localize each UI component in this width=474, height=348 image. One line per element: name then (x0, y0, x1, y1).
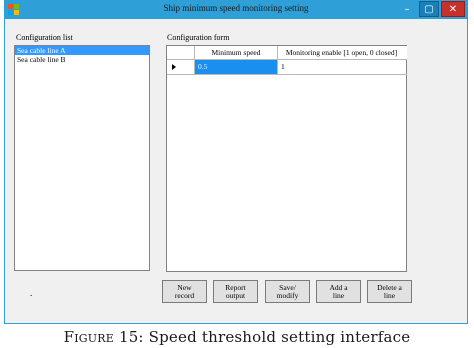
status-mark: . (30, 288, 33, 298)
current-row-arrow-icon (172, 64, 176, 70)
minimize-icon: – (404, 3, 410, 15)
config-list-label: Configuration list (16, 33, 73, 42)
config-listbox[interactable]: Sea cable line A Sea cable line B (14, 45, 150, 271)
cell-monitoring-enable[interactable]: 1 (278, 60, 405, 74)
row-header[interactable] (167, 60, 195, 74)
figure-caption: Figure 15: Speed threshold setting inter… (0, 328, 474, 346)
main-window: Ship minimum speed monitoring setting – … (4, 0, 468, 324)
add-line-button[interactable]: Add a line (316, 280, 361, 303)
report-output-button[interactable]: Report output (213, 280, 258, 303)
row-header-corner (167, 46, 195, 59)
list-item-sea-cable-b[interactable]: Sea cable line B (15, 55, 149, 64)
cell-minimum-speed[interactable]: 0.5 (195, 60, 278, 74)
figure-number: Figure 15: (63, 328, 144, 346)
close-button[interactable]: ✕ (441, 1, 465, 17)
config-form-label: Configuration form (167, 33, 230, 42)
config-data-grid[interactable]: Minimum speed Monitoring enable [1 open,… (166, 45, 407, 272)
maximize-button[interactable]: ▢ (419, 1, 439, 17)
table-row[interactable]: 0.5 1 (167, 60, 407, 75)
minimize-button[interactable]: – (397, 1, 417, 17)
maximize-icon: ▢ (424, 3, 434, 15)
figure-caption-text: Speed threshold setting interface (148, 328, 411, 346)
delete-line-button[interactable]: Delete a line (367, 280, 412, 303)
new-record-button[interactable]: New record (162, 280, 207, 303)
column-header-minimum-speed[interactable]: Minimum speed (195, 46, 278, 59)
grid-header: Minimum speed Monitoring enable [1 open,… (167, 46, 407, 60)
close-icon: ✕ (448, 3, 458, 15)
column-header-monitoring-enable[interactable]: Monitoring enable [1 open, 0 closed] (278, 46, 405, 59)
title-bar[interactable]: Ship minimum speed monitoring setting – … (5, 1, 467, 19)
list-item-sea-cable-a[interactable]: Sea cable line A (15, 46, 149, 55)
save-modify-button[interactable]: Save/ modify (265, 280, 310, 303)
